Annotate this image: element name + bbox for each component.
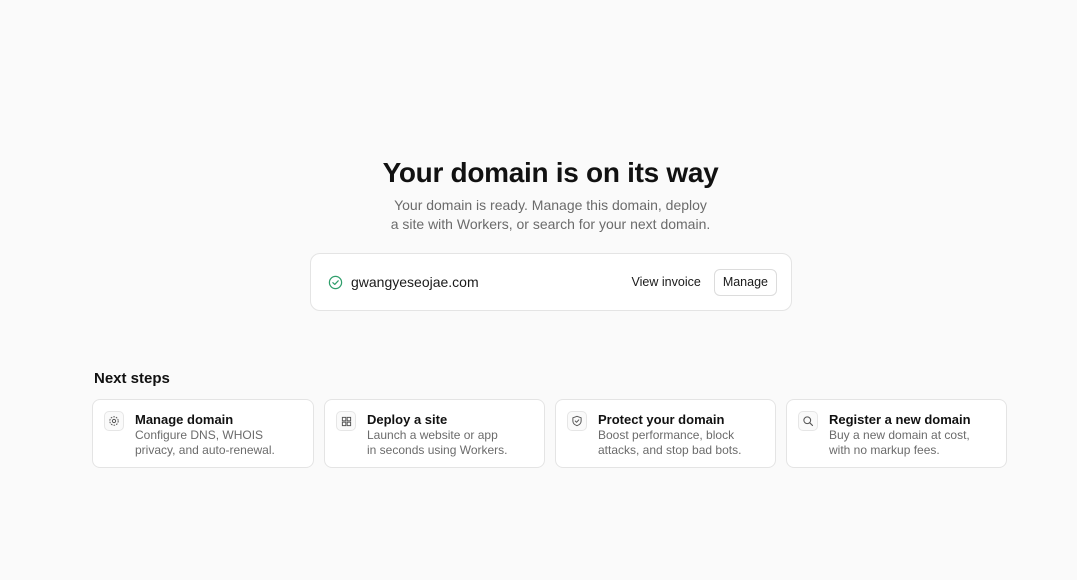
step-description: Boost performance, block attacks, and st… (598, 428, 742, 457)
step-card-manage-domain[interactable]: Manage domain Configure DNS, WHOIS priva… (92, 399, 314, 468)
page-subtitle: Your domain is ready. Manage this domain… (390, 197, 711, 232)
step-card-register-domain[interactable]: Register a new domain Buy a new domain a… (786, 399, 1007, 468)
step-description: Launch a website or app in seconds using… (367, 428, 508, 457)
step-card-deploy-site[interactable]: Deploy a site Launch a website or app in… (324, 399, 545, 468)
grid-icon (336, 411, 356, 431)
search-icon (798, 411, 818, 431)
step-description: Buy a new domain at cost, with no markup… (829, 428, 970, 457)
step-card-protect-domain[interactable]: Protect your domain Boost performance, b… (555, 399, 776, 468)
step-description: Configure DNS, WHOIS privacy, and auto-r… (135, 428, 275, 457)
step-title: Register a new domain (829, 412, 971, 427)
hero: Your domain is on its way Your domain is… (0, 156, 1077, 234)
step-title: Deploy a site (367, 412, 448, 427)
shield-icon (567, 411, 587, 431)
domain-card: gwangyeseojae.com View invoice Manage (310, 253, 792, 311)
step-title: Protect your domain (598, 412, 725, 427)
next-steps-heading: Next steps (94, 370, 170, 387)
page: Your domain is on its way Your domain is… (0, 0, 1077, 580)
next-steps-list: Manage domain Configure DNS, WHOIS priva… (92, 399, 1007, 468)
check-circle-icon (328, 275, 343, 290)
page-title: Your domain is on its way (382, 157, 719, 188)
domain-name: gwangyeseojae.com (351, 274, 479, 290)
view-invoice-button[interactable]: View invoice (632, 275, 701, 289)
manage-button[interactable]: Manage (713, 268, 777, 296)
gear-icon (104, 411, 124, 431)
step-title: Manage domain (135, 412, 234, 427)
